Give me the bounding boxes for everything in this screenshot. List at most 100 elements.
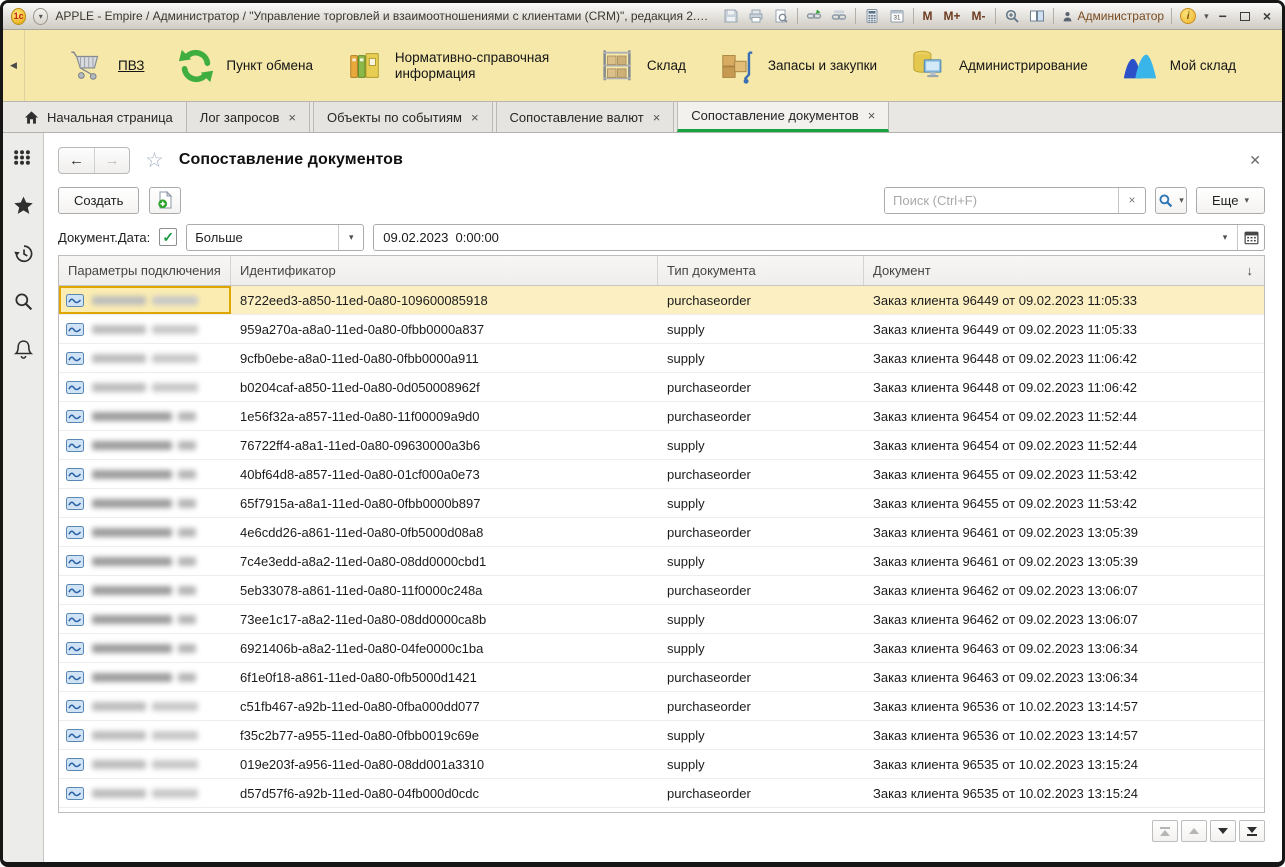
print-button[interactable]	[747, 7, 765, 25]
column-header-connection[interactable]: Параметры подключения	[59, 256, 231, 285]
section-moysklad[interactable]: Мой склад	[1121, 47, 1236, 85]
sidebar-menu-button[interactable]	[13, 147, 34, 168]
connection-params-icon	[66, 410, 84, 423]
table-row[interactable]: 1e56f32a-a857-11ed-0a80-11f00009a9d0 pur…	[59, 402, 1264, 431]
sidebar-favorites-button[interactable]	[13, 195, 34, 216]
filter-condition-select[interactable]: Больше ▾	[186, 224, 364, 251]
star-icon	[13, 195, 34, 216]
combo-caret-icon[interactable]: ▾	[338, 225, 363, 250]
table-row[interactable]: 4e6cdd26-a861-11ed-0a80-0fb5000d08a8 pur…	[59, 518, 1264, 547]
table-row[interactable]: 019e203f-a956-11ed-0a80-08dd001a3310 sup…	[59, 750, 1264, 779]
info-menu-caret-icon[interactable]: ▾	[1204, 11, 1209, 22]
close-tab-icon[interactable]: ×	[868, 108, 876, 123]
table-row[interactable]: 76722ff4-a8a1-11ed-0a80-09630000a3b6 sup…	[59, 431, 1264, 460]
date-caret-icon[interactable]: ▾	[1213, 225, 1237, 250]
table-row[interactable]: 5eb33078-a861-11ed-0a80-11f0000c248a pur…	[59, 576, 1264, 605]
filter-checkbox[interactable]: ✓	[159, 228, 177, 246]
scroll-top-button[interactable]	[1152, 820, 1178, 842]
connection-params-icon	[66, 613, 84, 626]
tab-sopostavlenie-valyut[interactable]: Сопоставление валют ×	[496, 102, 675, 132]
table-row[interactable]: 8722eed3-a850-11ed-0a80-109600085918 pur…	[59, 286, 1264, 315]
connection-params-icon	[66, 294, 84, 307]
row-document: Заказ клиента 96535 от 10.02.2023 13:15:…	[864, 757, 1264, 772]
table-row[interactable]: 7c4e3edd-a8a2-11ed-0a80-08dd0000cbd1 sup…	[59, 547, 1264, 576]
get-link-button[interactable]	[830, 7, 848, 25]
section-inventory-purchasing[interactable]: Запасы и закупки	[719, 47, 877, 85]
collapse-panel-button[interactable]: ◀	[3, 30, 25, 101]
maximize-button[interactable]	[1237, 8, 1253, 24]
date-picker-button[interactable]	[1237, 225, 1264, 250]
column-header-identifier[interactable]: Идентификатор	[231, 256, 658, 285]
table-row[interactable]: c51fb467-a92b-11ed-0a80-0fba000dd077 pur…	[59, 692, 1264, 721]
tab-obekty-po-sobytiyam[interactable]: Объекты по событиям ×	[313, 102, 493, 132]
zoom-button[interactable]	[1003, 7, 1021, 25]
table-row[interactable]: 40bf64d8-a857-11ed-0a80-01cf000a0e73 pur…	[59, 460, 1264, 489]
connection-name-blurred	[92, 702, 198, 711]
search-button[interactable]: ▾	[1155, 187, 1187, 214]
column-header-doc-type[interactable]: Тип документа	[658, 256, 864, 285]
info-button[interactable]: i	[1179, 7, 1197, 25]
tab-home[interactable]: Начальная страница	[11, 102, 186, 132]
close-tab-icon[interactable]: ×	[653, 110, 661, 125]
close-window-button[interactable]: ×	[1260, 8, 1274, 24]
row-document: Заказ клиента 96463 от 09.02.2023 13:06:…	[864, 641, 1264, 656]
filter-date-input[interactable]	[374, 225, 1213, 250]
table-row[interactable]: 65f7915a-a8a1-11ed-0a80-0fbb0000b897 sup…	[59, 489, 1264, 518]
search-input[interactable]	[885, 188, 1118, 213]
table-row[interactable]: 6f1e0f18-a861-11ed-0a80-0fb5000d1421 pur…	[59, 663, 1264, 692]
calendar-icon	[1244, 230, 1259, 245]
sidebar-history-button[interactable]	[13, 243, 34, 264]
minimize-button[interactable]: −	[1216, 8, 1230, 24]
calendar-icon: 31	[889, 8, 905, 24]
divider	[1171, 8, 1172, 24]
memory-plus-button[interactable]: M+	[942, 9, 963, 23]
connection-name-blurred	[92, 673, 196, 682]
clear-search-icon[interactable]: ×	[1118, 188, 1145, 213]
section-master-data[interactable]: Нормативно-справочная информация	[346, 47, 565, 85]
scroll-bottom-button[interactable]	[1239, 820, 1265, 842]
calendar-button[interactable]: 31	[888, 7, 906, 25]
table-row[interactable]: f35c2b77-a955-11ed-0a80-0fbb0019c69e sup…	[59, 721, 1264, 750]
page-title: Сопоставление документов	[179, 151, 403, 169]
section-pvz[interactable]: ПВЗ	[69, 47, 144, 85]
forward-button[interactable]: →	[94, 148, 129, 173]
create-copy-button[interactable]	[149, 187, 181, 214]
close-tab-icon[interactable]: ×	[288, 110, 296, 125]
sidebar-notifications-button[interactable]	[13, 339, 34, 360]
back-button[interactable]: ←	[59, 148, 94, 173]
memory-minus-button[interactable]: M-	[970, 9, 988, 23]
more-button[interactable]: Еще ▾	[1196, 187, 1265, 214]
calculator-button[interactable]	[863, 7, 881, 25]
print-preview-button[interactable]	[772, 7, 790, 25]
split-window-button[interactable]	[1028, 7, 1046, 25]
table-row[interactable]: 959a270a-a8a0-11ed-0a80-0fbb0000a837 sup…	[59, 315, 1264, 344]
section-administration[interactable]: Администрирование	[910, 47, 1088, 85]
create-button[interactable]: Создать	[58, 187, 139, 214]
table-row[interactable]: d57d57f6-a92b-11ed-0a80-04fb000d0cdc pur…	[59, 779, 1264, 808]
current-user-button[interactable]: Администратор	[1061, 9, 1165, 23]
connection-params-icon	[66, 468, 84, 481]
system-menu-button[interactable]: ▾	[33, 8, 48, 25]
table-row[interactable]: b0204caf-a850-11ed-0a80-0d050008962f pur…	[59, 373, 1264, 402]
save-button[interactable]	[722, 7, 740, 25]
close-form-icon[interactable]: ✕	[1245, 150, 1265, 171]
section-warehouse[interactable]: Склад	[598, 47, 686, 85]
row-doc-type: purchaseorder	[658, 699, 864, 714]
titlebar: 1с ▾ APPLE - Empire / Администратор / "У…	[3, 3, 1282, 30]
row-connection	[59, 750, 231, 778]
sidebar-search-button[interactable]	[13, 291, 34, 312]
scroll-up-button[interactable]	[1181, 820, 1207, 842]
memory-button[interactable]: M	[921, 9, 935, 23]
table-row[interactable]: 9cfb0ebe-a8a0-11ed-0a80-0fbb0000a911 sup…	[59, 344, 1264, 373]
table-row[interactable]: 6921406b-a8a2-11ed-0a80-04fe0000c1ba sup…	[59, 634, 1264, 663]
tab-log-zaprosov[interactable]: Лог запросов ×	[186, 102, 310, 132]
scroll-down-button[interactable]	[1210, 820, 1236, 842]
tab-sopostavlenie-dokumentov[interactable]: Сопоставление документов ×	[677, 102, 889, 132]
section-exchange-point[interactable]: Пункт обмена	[177, 47, 313, 85]
table-row[interactable]: 73ee1c17-a8a2-11ed-0a80-08dd0000ca8b sup…	[59, 605, 1264, 634]
column-header-document[interactable]: Документ ↓	[864, 256, 1264, 285]
add-to-favorites-star-icon[interactable]: ☆	[145, 148, 164, 173]
close-tab-icon[interactable]: ×	[471, 110, 479, 125]
connection-name-blurred	[92, 412, 196, 421]
add-link-button[interactable]	[805, 7, 823, 25]
